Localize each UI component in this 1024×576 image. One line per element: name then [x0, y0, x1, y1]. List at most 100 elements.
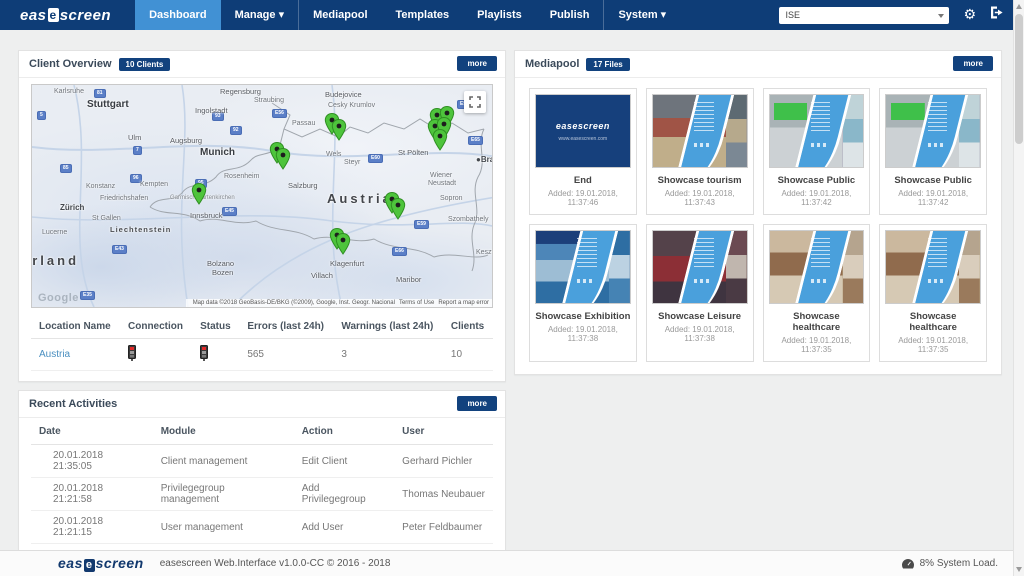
- activities-head-row: DateModuleActionUser: [31, 418, 493, 445]
- media-card[interactable]: Showcase Public Added: 19.01.2018, 11:37…: [763, 88, 871, 215]
- activity-user: Peter Feldbaumer: [394, 511, 493, 544]
- activity-action: Edit Client: [294, 445, 394, 478]
- table-header-cell: Clients: [443, 314, 493, 339]
- media-name: Showcase Public: [885, 175, 981, 186]
- nav-item[interactable]: System ▾: [603, 0, 680, 30]
- media-name: Showcase healthcare: [885, 311, 981, 333]
- scrollbar-thumb[interactable]: [1015, 14, 1023, 144]
- activity-action: Add User: [294, 511, 394, 544]
- media-name: Showcase Exhibition: [535, 311, 631, 322]
- table-header-cell: Location Name: [31, 314, 120, 339]
- client-location-marker[interactable]: [276, 148, 291, 175]
- table-header-cell: Module: [153, 418, 294, 445]
- terms-link[interactable]: Terms of Use: [399, 300, 434, 306]
- map-city-label: Cesky Krumlov: [328, 102, 375, 109]
- client-location-marker[interactable]: [336, 233, 351, 260]
- road-shield: 85: [60, 164, 72, 173]
- client-table-wrap: Location NameConnectionStatusErrors (las…: [19, 314, 505, 381]
- media-added-date: Added: 19.01.2018, 11:37:46: [535, 189, 631, 207]
- activity-user: Thomas Neubauer: [394, 478, 493, 511]
- client-location-marker[interactable]: [391, 198, 406, 225]
- map-city-label: Lucerne: [42, 229, 67, 236]
- map-city-label: Salzburg: [288, 181, 318, 190]
- road-shield: 5: [37, 111, 46, 120]
- map-city-label: Wiener: [430, 172, 452, 179]
- table-header-cell: Errors (last 24h): [239, 314, 333, 339]
- scrollbar-down-arrow[interactable]: [1016, 567, 1022, 572]
- logo-e-mark: e: [84, 559, 95, 572]
- nav-item[interactable]: Playlists: [463, 0, 536, 30]
- gauge-icon: [901, 558, 915, 570]
- media-added-date: Added: 19.01.2018, 11:37:43: [652, 189, 748, 207]
- map-city-label: Zürich: [60, 203, 84, 212]
- logo-text-pre: eas: [58, 555, 83, 571]
- media-name: Showcase Leisure: [652, 311, 748, 322]
- top-navbar: easescreen DashboardManage ▾MediapoolTem…: [0, 0, 1024, 30]
- report-error-link[interactable]: Report a map error: [438, 300, 489, 306]
- map-city-label: Keszthely: [476, 249, 493, 256]
- logo-text-post: screen: [60, 7, 111, 24]
- activity-module: User management: [153, 511, 294, 544]
- warnings-count: 3: [333, 339, 442, 371]
- map-city-label: Kempten: [140, 181, 168, 188]
- client-search-select[interactable]: ISE: [779, 7, 949, 24]
- nav-item[interactable]: Publish: [536, 0, 604, 30]
- attribution-text: Map data ©2018 GeoBasis-DE/BKG (©2009), …: [193, 300, 395, 306]
- google-logo[interactable]: Google: [38, 292, 79, 304]
- road-shield: E60: [368, 154, 383, 163]
- media-card[interactable]: Showcase Public Added: 19.01.2018, 11:37…: [879, 88, 987, 215]
- nav-item[interactable]: Manage ▾: [221, 0, 299, 30]
- media-card[interactable]: Showcase healthcare Added: 19.01.2018, 1…: [879, 224, 987, 362]
- map-city-label: St Gallen: [92, 215, 121, 222]
- gear-icon[interactable]: ⚙: [963, 0, 976, 30]
- logout-icon[interactable]: [990, 0, 1004, 30]
- activity-row: 20.01.2018 21:21:15 User management Add …: [31, 511, 493, 544]
- panel-title: Recent Activities: [29, 398, 117, 410]
- client-select-value: ISE: [785, 10, 800, 20]
- road-shield: 7: [133, 146, 142, 155]
- clients-map[interactable]: KarlsruheStuttgartRegensburgStraubingIng…: [31, 84, 493, 308]
- client-location-marker[interactable]: [192, 183, 207, 210]
- media-card[interactable]: Showcase healthcare Added: 19.01.2018, 1…: [763, 224, 871, 362]
- map-city-label: St Pölten: [398, 148, 428, 157]
- scrollbar-up-arrow[interactable]: [1016, 4, 1022, 9]
- mediapool-header: Mediapool 17 Files more: [515, 51, 1001, 78]
- page-scrollbar[interactable]: [1013, 0, 1024, 576]
- client-table-head-row: Location NameConnectionStatusErrors (las…: [31, 314, 493, 339]
- thumb-sub-text: www.easescreen.com: [536, 136, 630, 142]
- files-count-badge: 17 Files: [586, 58, 629, 71]
- map-city-label: Ulm: [128, 133, 141, 142]
- media-card[interactable]: easescreen www.easescreen.com End Added:…: [529, 88, 637, 215]
- client-overview-panel: Client Overview 10 Clients more: [18, 50, 506, 382]
- map-city-label: erland: [31, 253, 79, 268]
- media-card[interactable]: Showcase tourism Added: 19.01.2018, 11:3…: [646, 88, 754, 215]
- client-table-body: Austria 565 3 10: [31, 339, 493, 371]
- client-location-marker[interactable]: [332, 119, 347, 146]
- media-name: Showcase healthcare: [769, 311, 865, 333]
- activity-action: Add Privilegegroup: [294, 478, 394, 511]
- nav-item[interactable]: Dashboard: [135, 0, 220, 30]
- map-city-label: Straubing: [254, 97, 284, 104]
- client-overview-more-button[interactable]: more: [457, 56, 497, 71]
- media-added-date: Added: 19.01.2018, 11:37:38: [535, 325, 631, 343]
- media-added-date: Added: 19.01.2018, 11:37:35: [885, 336, 981, 354]
- map-fullscreen-button[interactable]: [464, 91, 486, 113]
- media-card[interactable]: Showcase Leisure Added: 19.01.2018, 11:3…: [646, 224, 754, 362]
- nav-item[interactable]: Mediapool: [298, 0, 381, 30]
- recent-activities-more-button[interactable]: more: [457, 396, 497, 411]
- map-city-label: Karlsruhe: [54, 88, 84, 95]
- nav-item[interactable]: Templates: [382, 0, 464, 30]
- right-column: Mediapool 17 Files more easescreen www.e…: [514, 50, 1002, 576]
- map-city-label: Augsburg: [170, 136, 202, 145]
- clients-count: 10: [443, 339, 493, 371]
- location-link[interactable]: Austria: [39, 349, 70, 360]
- media-added-date: Added: 19.01.2018, 11:37:38: [652, 325, 748, 343]
- media-card[interactable]: Showcase Exhibition Added: 19.01.2018, 1…: [529, 224, 637, 362]
- map-city-label: Rosenheim: [224, 173, 259, 180]
- map-city-label: Sopron: [440, 195, 463, 202]
- media-thumbnail: [769, 230, 865, 304]
- client-location-marker[interactable]: [433, 129, 448, 156]
- mediapool-more-button[interactable]: more: [953, 56, 993, 71]
- media-added-date: Added: 19.01.2018, 11:37:42: [769, 189, 865, 207]
- media-grid: easescreen www.easescreen.com End Added:…: [515, 78, 1001, 374]
